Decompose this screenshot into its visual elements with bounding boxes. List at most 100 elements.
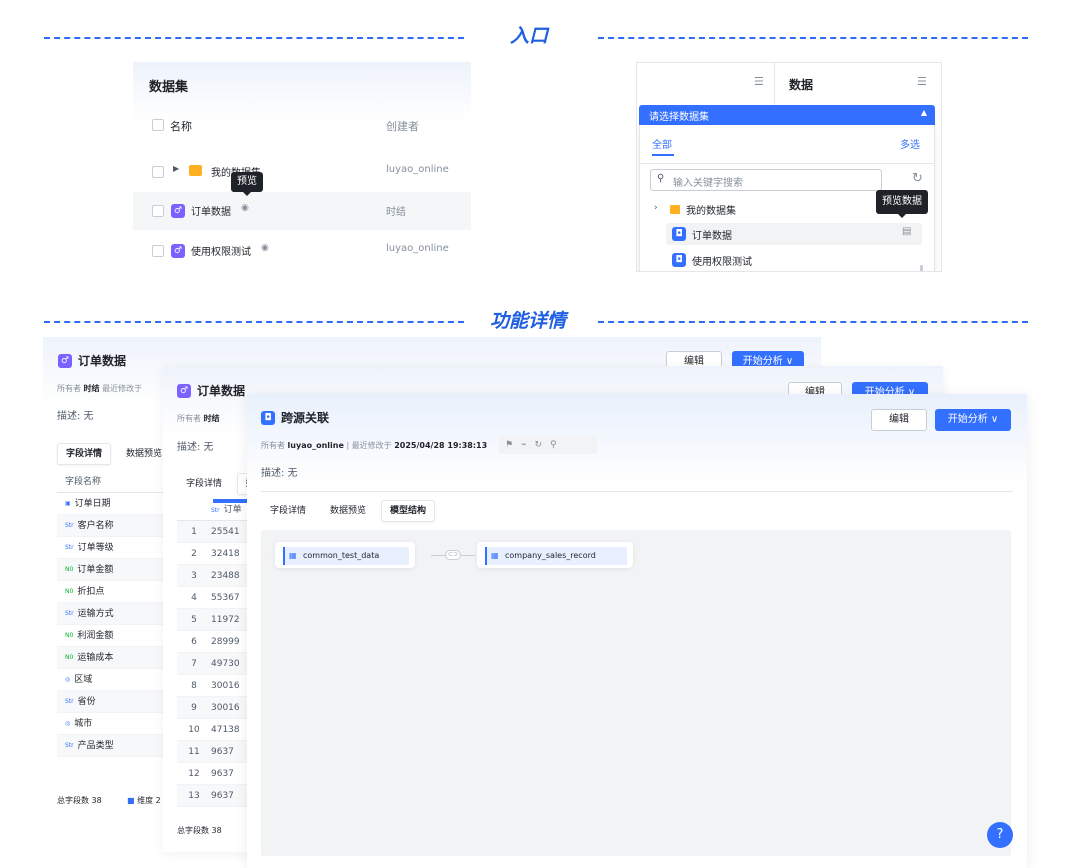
creator-cell: 时结 <box>386 207 406 218</box>
row-checkbox[interactable] <box>152 205 164 217</box>
dataset-title: 订单数据 <box>197 384 246 398</box>
dropdown-title: 请选择数据集 <box>649 112 709 123</box>
field-name: 运输成本 <box>77 653 114 663</box>
table-row[interactable]: 12 9637 <box>177 763 257 785</box>
table-row[interactable]: 3 23488 <box>177 565 257 587</box>
table-row[interactable]: ◎ 区域 <box>57 669 167 691</box>
table-row[interactable]: Str 运输方式 <box>57 603 167 625</box>
field-type-icon: ◎ <box>65 720 71 727</box>
tab-field-detail[interactable]: 字段详情 <box>57 443 112 465</box>
divider <box>640 163 934 164</box>
filter-icon[interactable]: ⚑ <box>505 440 521 450</box>
table-row[interactable]: 1 25541 <box>177 521 257 543</box>
table-row[interactable]: N0 运输成本 <box>57 647 167 669</box>
tab-field-detail[interactable]: 字段详情 <box>177 473 231 495</box>
table-row[interactable]: N0 利润金额 <box>57 625 167 647</box>
field-type-icon: N0 <box>65 566 74 573</box>
owner-line: 所有者 时结 <box>177 414 220 423</box>
edit-button[interactable]: 编辑 <box>871 409 927 431</box>
tab-data-preview[interactable]: 数据预览 <box>321 500 375 522</box>
search-input[interactable]: ⚲ 输入关键字搜索 <box>650 169 882 191</box>
join-icon[interactable]: ⊂⊃ <box>445 550 461 560</box>
list-item-order[interactable]: 订单数据 <box>692 227 732 242</box>
divider-left <box>44 37 464 39</box>
preview-tooltip: 预览 <box>231 172 263 196</box>
preview-table-icon[interactable]: ▤ <box>902 226 911 237</box>
row-index: 8 <box>191 681 197 691</box>
dataset-name-order[interactable]: 订单数据 <box>191 203 231 218</box>
table-row[interactable]: Str 订单等级 <box>57 537 167 559</box>
folder-name[interactable]: 我的数据集 <box>686 202 736 217</box>
search-placeholder: 输入关键字搜索 <box>673 178 743 189</box>
row-checkbox[interactable] <box>152 166 164 178</box>
action-icon-group[interactable]: ⚑⌁↻⚲ <box>499 436 597 454</box>
select-all-checkbox[interactable] <box>152 119 164 131</box>
row-index: 9 <box>191 703 197 713</box>
table-row[interactable]: 6 28999 <box>177 631 257 653</box>
list-menu-icon[interactable]: ☰ <box>754 75 764 88</box>
table-row[interactable]: 10 47138 <box>177 719 257 741</box>
dataset-name-permission[interactable]: 使用权限测试 <box>191 243 251 258</box>
search-icon: ⚲ <box>657 173 665 184</box>
field-type-icon: Str <box>65 610 74 617</box>
table-row[interactable]: Str 产品类型 <box>57 735 167 757</box>
field-type-icon: N0 <box>65 588 74 595</box>
refresh-icon[interactable]: ↻ <box>912 171 923 186</box>
table-row[interactable]: 2 32418 <box>177 543 257 565</box>
dataset-list-panel: 数据集 名称 创建者 ▶ 我的数据集 luyao_online ♂ 订单数据 ◉… <box>133 62 471 276</box>
divider <box>774 63 775 105</box>
chevron-right-icon[interactable]: › <box>654 203 658 213</box>
model-canvas[interactable]: ▦ common_test_data ⊂⊃ ▦ company_sales_re… <box>261 530 1011 856</box>
table-row[interactable]: 9 30016 <box>177 697 257 719</box>
dimension-legend: ■ 维度 2 <box>127 796 161 805</box>
model-node-right[interactable]: ▦ company_sales_record <box>477 542 633 568</box>
dataset-dropdown-header[interactable]: 请选择数据集 ▲ <box>639 105 935 125</box>
table-row[interactable]: ▣ 订单日期 <box>57 493 167 515</box>
row-index: 11 <box>188 747 200 757</box>
field-count: 总字段数 38 <box>57 796 102 805</box>
tab-field-detail[interactable]: 字段详情 <box>261 500 315 522</box>
row-index: 7 <box>191 659 197 669</box>
table-row[interactable]: 5 11972 <box>177 609 257 631</box>
dataset-icon: ♂ <box>171 204 185 218</box>
table-row[interactable]: 8 30016 <box>177 675 257 697</box>
start-analysis-button[interactable]: 开始分析 ∨ <box>935 409 1011 431</box>
list-menu-icon[interactable]: ☰ <box>917 75 927 88</box>
table-row[interactable]: 7 49730 <box>177 653 257 675</box>
field-list: 字段名称 Str订单编号▣订单日期Str客户名称Str订单等级N0订单金额N0折… <box>57 471 167 789</box>
owner-line: 所有者 时结 最近修改于 <box>57 384 143 393</box>
field-name: 折扣点 <box>77 587 105 597</box>
scrollbar-thumb[interactable] <box>920 265 923 271</box>
preview-eye-icon[interactable]: ◉ <box>241 203 249 213</box>
table-row[interactable]: 4 55367 <box>177 587 257 609</box>
link-icon[interactable]: ⌁ <box>521 440 534 450</box>
row-checkbox[interactable] <box>152 245 164 257</box>
tab-all[interactable]: 全部 <box>652 136 672 151</box>
caret-up-icon[interactable]: ▲ <box>921 108 927 117</box>
tab-model-structure[interactable]: 模型结构 <box>381 500 436 522</box>
tab-bar: 字段详情 数据预览 模型结构 <box>261 500 436 522</box>
preview-eye-icon[interactable]: ◉ <box>261 243 269 253</box>
table-row[interactable]: N0 折扣点 <box>57 581 167 603</box>
dataset-title: 跨源关联 <box>281 411 330 425</box>
expand-arrow-icon[interactable]: ▶ <box>173 164 179 173</box>
refresh-icon[interactable]: ↻ <box>535 440 551 450</box>
preview-data-tooltip: 预览数据 <box>876 190 928 218</box>
table-row[interactable]: 13 9637 <box>177 785 257 807</box>
list-item-permission[interactable]: 使用权限测试 <box>692 253 752 268</box>
model-node-left[interactable]: ▦ common_test_data <box>275 542 415 568</box>
field-name: 产品类型 <box>77 741 114 751</box>
dataset-icon: ◘ <box>672 253 686 267</box>
table-row[interactable]: Str 省份 <box>57 691 167 713</box>
table-row[interactable]: 11 9637 <box>177 741 257 763</box>
multi-select-link[interactable]: 多选 <box>900 136 920 151</box>
description: 描述: 无 <box>261 468 298 479</box>
help-icon[interactable]: ? <box>987 822 1013 848</box>
dataset-icon: ♂ <box>171 244 185 258</box>
search-icon[interactable]: ⚲ <box>550 440 565 450</box>
description: 描述: 无 <box>57 411 94 422</box>
table-row[interactable]: N0 订单金额 <box>57 559 167 581</box>
table-node-label: ▦ common_test_data <box>283 547 409 565</box>
table-row[interactable]: ◎ 城市 <box>57 713 167 735</box>
table-row[interactable]: Str 客户名称 <box>57 515 167 537</box>
